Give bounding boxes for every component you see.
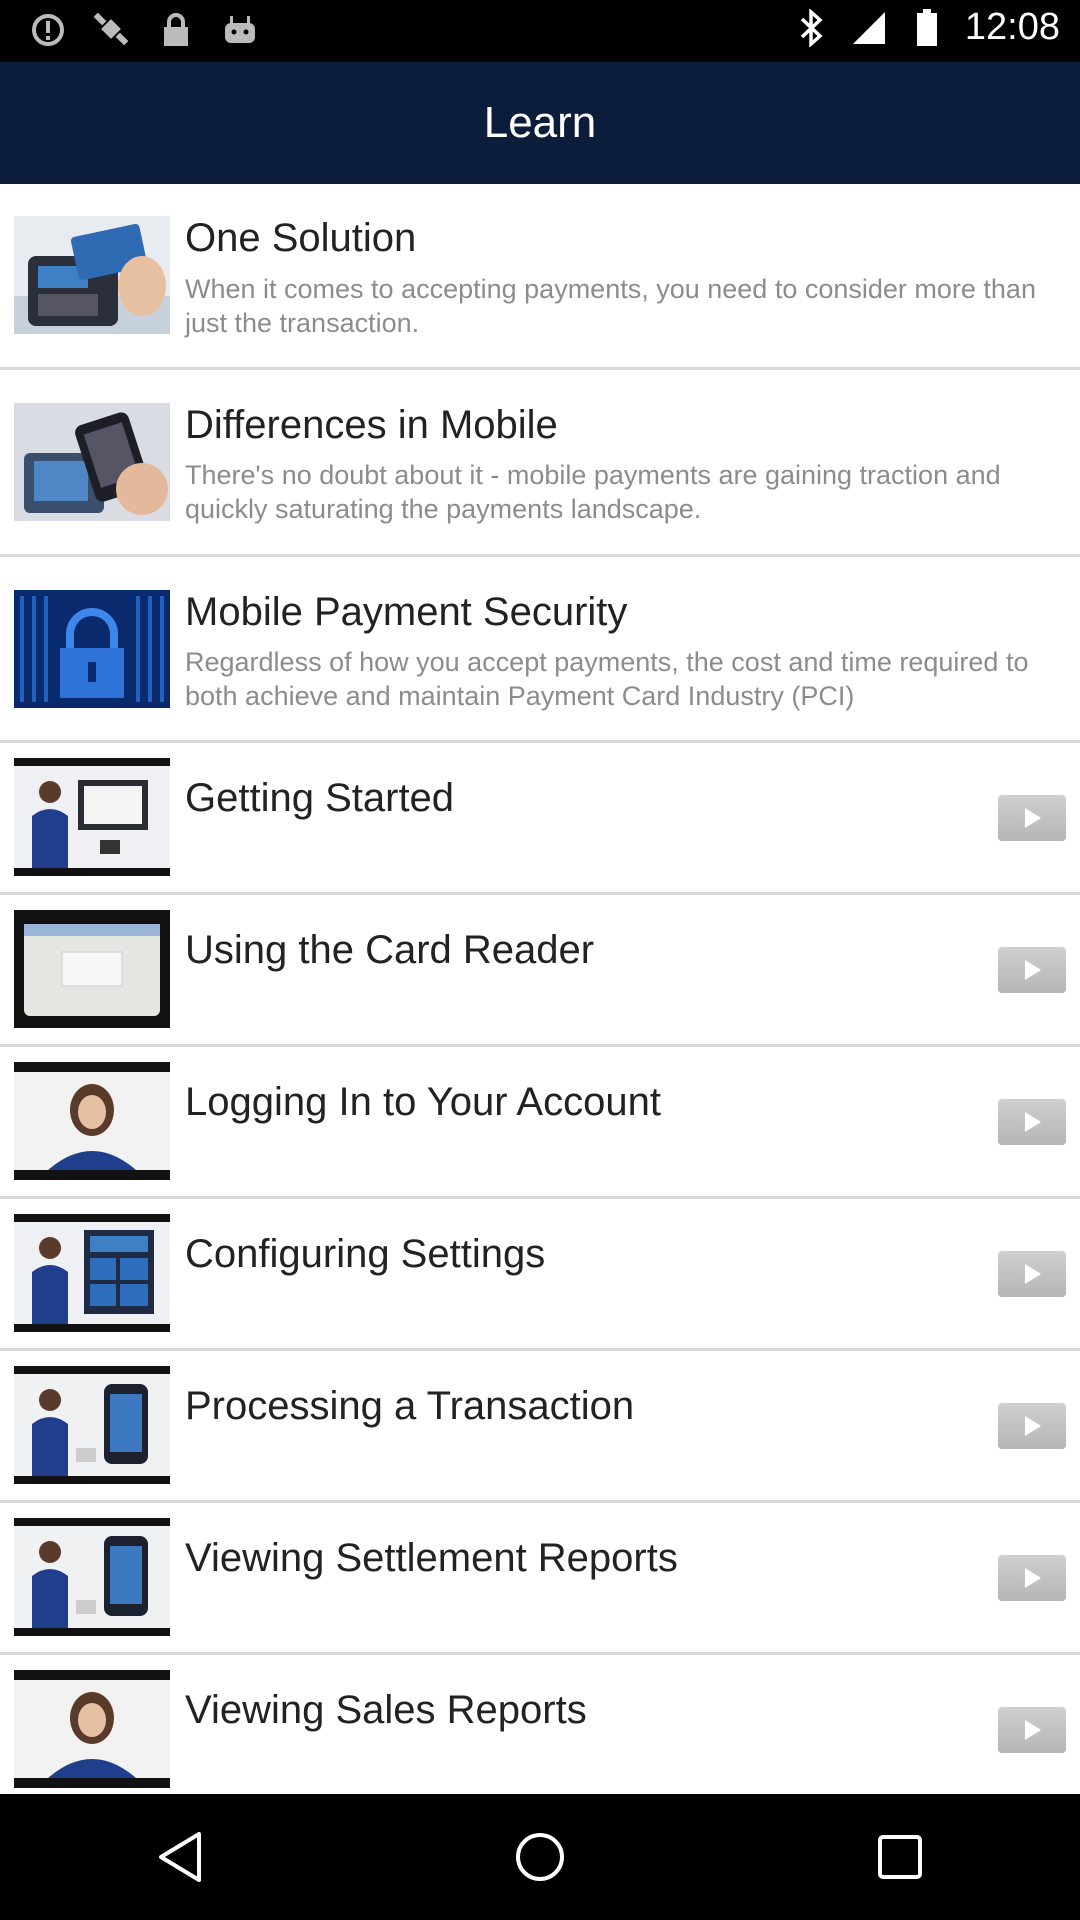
item-title: Configuring Settings bbox=[185, 1232, 546, 1276]
bluetooth-icon bbox=[791, 8, 831, 48]
item-title: One Solution bbox=[185, 216, 417, 260]
thumbnail-video-settlement-reports bbox=[14, 1518, 170, 1636]
back-button[interactable] bbox=[120, 1807, 240, 1907]
list-item[interactable]: Using the Card Reader bbox=[0, 895, 1080, 1047]
app-header: Learn bbox=[0, 62, 1080, 184]
play-button[interactable] bbox=[998, 947, 1066, 993]
play-icon bbox=[1025, 1112, 1041, 1132]
play-icon bbox=[1025, 1720, 1041, 1740]
item-title: Getting Started bbox=[185, 776, 455, 820]
recents-button[interactable] bbox=[840, 1807, 960, 1907]
item-title: Viewing Sales Reports bbox=[185, 1688, 587, 1732]
list-item[interactable]: Processing a Transaction bbox=[0, 1351, 1080, 1503]
play-icon bbox=[1025, 1416, 1041, 1436]
item-description: There's no doubt about it - mobile payme… bbox=[185, 460, 1001, 524]
home-icon bbox=[516, 1833, 564, 1881]
list-item[interactable]: Mobile Payment Security Regardless of ho… bbox=[0, 557, 1080, 743]
recents-icon bbox=[878, 1835, 922, 1879]
status-bar: 12:08 bbox=[0, 0, 1080, 62]
navigation-bar bbox=[0, 1794, 1080, 1920]
thumbnail-security-lock bbox=[14, 590, 170, 708]
item-title: Using the Card Reader bbox=[185, 928, 595, 972]
play-button[interactable] bbox=[998, 1403, 1066, 1449]
fake-gps-icon bbox=[92, 10, 132, 50]
status-time: 12:08 bbox=[964, 6, 1060, 48]
thumbnail-video-getting-started bbox=[14, 758, 170, 876]
list-item[interactable]: Viewing Sales Reports bbox=[0, 1655, 1080, 1794]
play-button[interactable] bbox=[998, 1707, 1066, 1753]
page-title: Learn bbox=[483, 98, 597, 147]
play-button[interactable] bbox=[998, 795, 1066, 841]
list-item[interactable]: Logging In to Your Account bbox=[0, 1047, 1080, 1199]
list-item[interactable]: Viewing Settlement Reports bbox=[0, 1503, 1080, 1655]
play-button[interactable] bbox=[998, 1099, 1066, 1145]
signal-icon bbox=[849, 8, 889, 48]
home-button[interactable] bbox=[480, 1807, 600, 1907]
play-icon bbox=[1025, 808, 1041, 828]
battery-icon bbox=[907, 8, 947, 48]
item-description: When it comes to accepting payments, you… bbox=[185, 274, 1036, 338]
back-icon bbox=[159, 1832, 201, 1882]
list-item[interactable]: Getting Started bbox=[0, 743, 1080, 895]
item-title: Logging In to Your Account bbox=[185, 1080, 661, 1124]
android-icon bbox=[220, 10, 260, 50]
play-icon bbox=[1025, 1568, 1041, 1588]
play-icon bbox=[1025, 960, 1041, 980]
list-item[interactable]: One Solution When it comes to accepting … bbox=[0, 184, 1080, 370]
item-title: Viewing Settlement Reports bbox=[185, 1536, 678, 1580]
thumbnail-mobile-phone bbox=[14, 403, 170, 521]
thumbnail-video-sales-reports bbox=[14, 1670, 170, 1788]
list-item[interactable]: Configuring Settings bbox=[0, 1199, 1080, 1351]
item-title: Differences in Mobile bbox=[185, 403, 558, 447]
play-button[interactable] bbox=[998, 1251, 1066, 1297]
thumbnail-video-card-reader bbox=[14, 910, 170, 1028]
thumbnail-video-configuring-settings bbox=[14, 1214, 170, 1332]
item-title: Processing a Transaction bbox=[185, 1384, 635, 1428]
thumbnail-video-processing-transaction bbox=[14, 1366, 170, 1484]
learn-list[interactable]: One Solution When it comes to accepting … bbox=[0, 184, 1080, 1794]
thumbnail-card-terminal bbox=[14, 216, 170, 334]
alert-icon bbox=[28, 10, 68, 50]
thumbnail-video-logging-in bbox=[14, 1062, 170, 1180]
list-item[interactable]: Differences in Mobile There's no doubt a… bbox=[0, 370, 1080, 557]
play-button[interactable] bbox=[998, 1555, 1066, 1601]
play-icon bbox=[1025, 1264, 1041, 1284]
lock-icon bbox=[156, 10, 196, 50]
item-description: Regardless of how you accept payments, t… bbox=[185, 647, 1029, 711]
item-title: Mobile Payment Security bbox=[185, 590, 628, 634]
